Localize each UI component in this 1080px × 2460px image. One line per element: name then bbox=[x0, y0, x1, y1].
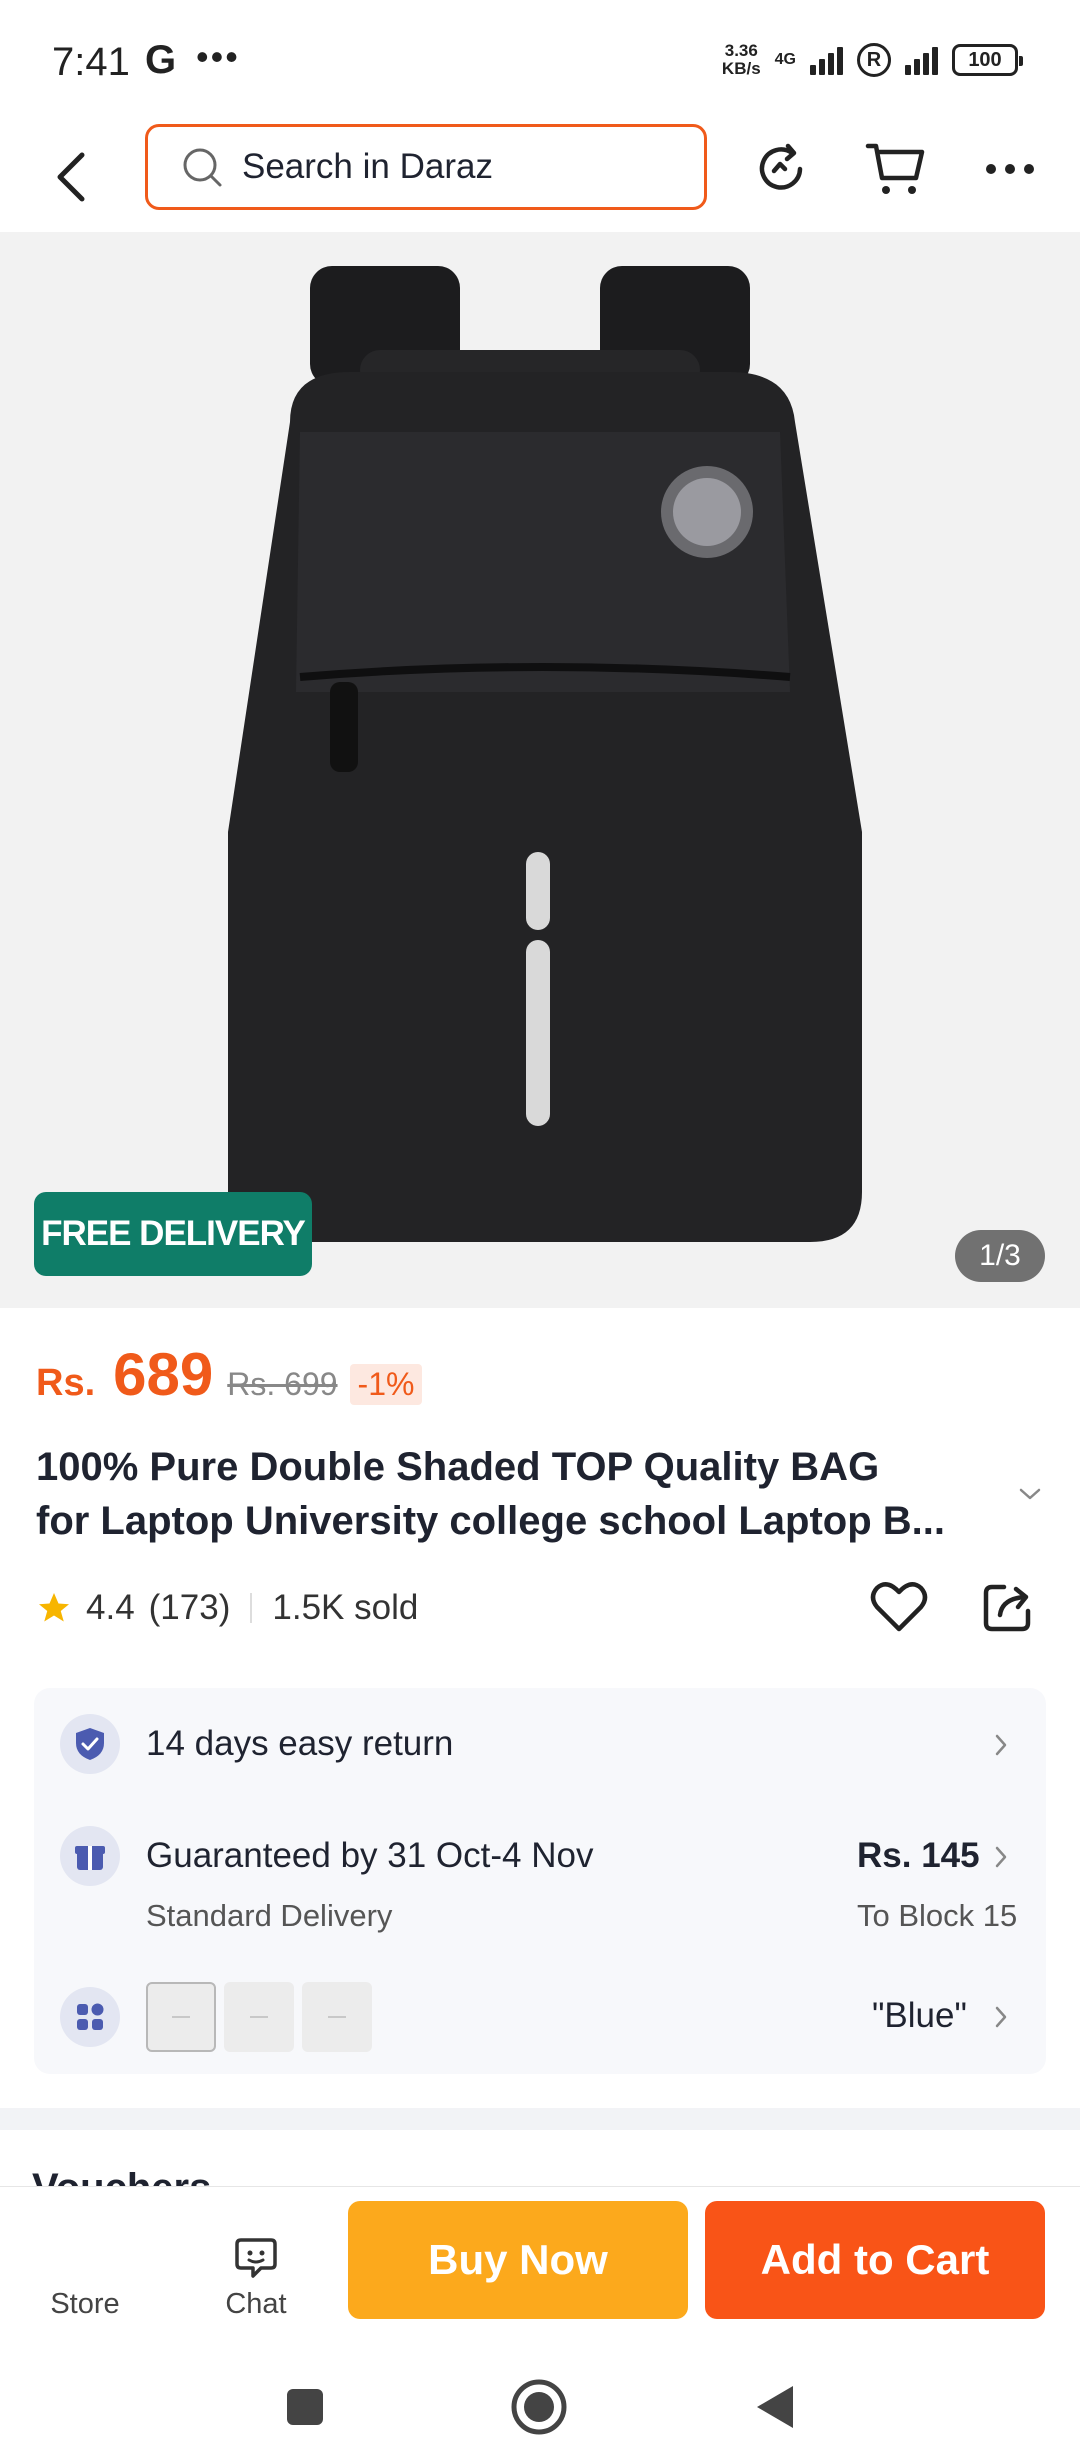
signal-icon-2 bbox=[905, 45, 938, 75]
chat-icon bbox=[235, 2238, 277, 2278]
network-speed-unit: KB/s bbox=[721, 59, 761, 78]
chevron-down-icon bbox=[1019, 1488, 1041, 1500]
delivery-method-text: Standard Delivery bbox=[146, 1898, 393, 1933]
expand-title-button[interactable] bbox=[1012, 1476, 1048, 1512]
variant-swatch-3[interactable] bbox=[302, 1982, 372, 2052]
original-price: Rs. 699 bbox=[227, 1366, 338, 1402]
search-input[interactable]: Search in Daraz bbox=[145, 124, 707, 210]
discount-badge: -1% bbox=[349, 1364, 423, 1405]
star-icon bbox=[39, 1593, 69, 1622]
product-image-carousel[interactable]: FREE DELIVERY 1/3 bbox=[0, 232, 1080, 1308]
cart-button[interactable] bbox=[860, 134, 930, 204]
gift-icon bbox=[60, 1826, 120, 1886]
more-notifications-icon: ••• bbox=[196, 36, 240, 77]
system-nav-bar bbox=[0, 2350, 1080, 2460]
more-button[interactable] bbox=[975, 134, 1045, 204]
product-title-line-1: 100% Pure Double Shaded TOP Quality BAG bbox=[36, 1445, 880, 1489]
chevron-right-icon bbox=[995, 1734, 1007, 1756]
delivery-location: To Block 15 bbox=[857, 1898, 1018, 1933]
store-label: Store bbox=[50, 2288, 120, 2320]
chevron-right-icon bbox=[995, 1846, 1007, 1868]
product-title-line-2: for Laptop University college school Lap… bbox=[36, 1499, 945, 1543]
store-button[interactable]: Store bbox=[20, 2187, 150, 2337]
price-currency: Rs. bbox=[36, 1362, 96, 1404]
return-policy-text[interactable]: 14 days easy return bbox=[146, 1724, 453, 1764]
search-icon bbox=[183, 148, 222, 187]
network-type: 4G bbox=[774, 51, 796, 68]
review-count: (173) bbox=[148, 1588, 231, 1627]
chevron-right-icon bbox=[995, 2006, 1007, 2028]
divider bbox=[250, 1593, 253, 1623]
rating-row[interactable]: 4.4 (173) 1.5K sold bbox=[36, 1580, 418, 1636]
free-delivery-badge: FREE DELIVERY bbox=[34, 1192, 312, 1276]
chat-label: Chat bbox=[225, 2288, 287, 2320]
status-time: 7:41 bbox=[52, 40, 130, 84]
price-value: 689 bbox=[113, 1341, 214, 1408]
heart-icon bbox=[870, 1582, 928, 1632]
back-system-button[interactable] bbox=[740, 2372, 810, 2442]
home-icon bbox=[511, 2379, 567, 2435]
top-nav: Search in Daraz bbox=[0, 124, 1080, 232]
recents-icon bbox=[287, 2389, 323, 2425]
sold-count: 1.5K sold bbox=[272, 1588, 419, 1627]
status-indicators: 3.36 KB/s 4G R 100 bbox=[722, 42, 1023, 78]
delivery-price: Rs. 145 bbox=[857, 1836, 980, 1875]
signal-icon bbox=[810, 45, 843, 75]
buy-now-button[interactable]: Buy Now bbox=[348, 2201, 688, 2319]
vouchers-section-title: Vouchers bbox=[32, 2168, 211, 2186]
recents-button[interactable] bbox=[270, 2372, 340, 2442]
return-policy-chevron[interactable] bbox=[986, 1730, 1016, 1760]
selected-variant[interactable]: "Blue" bbox=[872, 1996, 967, 2036]
battery-icon: 100 bbox=[952, 44, 1023, 76]
share-icon bbox=[983, 1584, 1031, 1632]
roaming-icon: R bbox=[857, 43, 891, 77]
history-icon bbox=[759, 143, 803, 190]
back-triangle-icon bbox=[757, 2386, 793, 2428]
variant-swatch-2[interactable] bbox=[224, 1982, 294, 2052]
backpack-image bbox=[228, 266, 862, 1242]
image-counter: 1/3 bbox=[955, 1230, 1045, 1282]
share-button[interactable] bbox=[975, 1574, 1041, 1640]
price-row: Rs. 689 Rs. 699 -1% bbox=[36, 1340, 423, 1420]
chat-button[interactable]: Chat bbox=[191, 2187, 321, 2337]
google-icon: G bbox=[145, 38, 177, 82]
status-bar: 7:41 G ••• 3.36 KB/s 4G R 100 bbox=[0, 0, 1080, 124]
search-placeholder: Search in Daraz bbox=[242, 147, 493, 186]
section-divider bbox=[0, 2108, 1080, 2130]
wishlist-button[interactable] bbox=[866, 1574, 932, 1640]
product-title: 100% Pure Double Shaded TOP Quality BAG … bbox=[36, 1440, 996, 1548]
delivery-chevron[interactable] bbox=[986, 1842, 1016, 1872]
home-button[interactable] bbox=[504, 2372, 574, 2442]
delivery-guarantee-text[interactable]: Guaranteed by 31 Oct-4 Nov bbox=[146, 1836, 593, 1876]
add-to-cart-button[interactable]: Add to Cart bbox=[705, 2201, 1045, 2319]
variant-chevron[interactable] bbox=[986, 2002, 1016, 2032]
shield-icon bbox=[60, 1714, 120, 1774]
variant-icon bbox=[60, 1987, 120, 2047]
back-button[interactable] bbox=[42, 142, 102, 212]
cart-icon bbox=[865, 143, 925, 194]
variant-swatch-1[interactable] bbox=[146, 1982, 216, 2052]
network-speed: 3.36 KB/s bbox=[722, 42, 761, 78]
network-speed-value: 3.36 bbox=[724, 41, 758, 60]
more-icon bbox=[986, 164, 1034, 174]
history-button[interactable] bbox=[746, 134, 816, 204]
bottom-action-bar: Store Chat Buy Now Add to Cart bbox=[0, 2186, 1080, 2350]
rating-value: 4.4 bbox=[86, 1588, 135, 1627]
back-icon bbox=[57, 152, 85, 202]
